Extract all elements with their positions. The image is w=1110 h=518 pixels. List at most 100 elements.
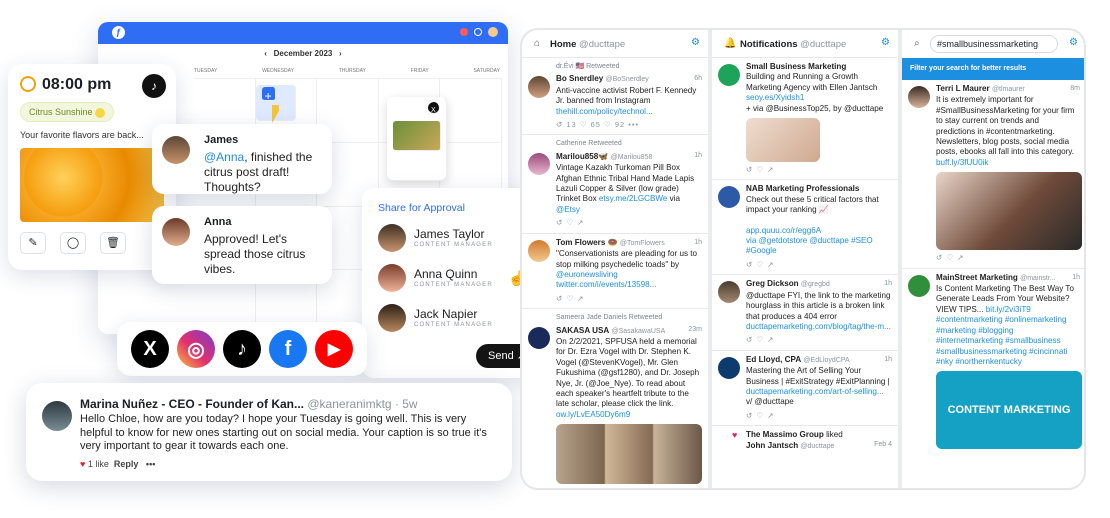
comment-james: James @Anna, finished the citrus post dr… [152,124,332,194]
settings-icon[interactable] [474,28,482,36]
edit-icon[interactable]: ✎ [20,232,46,254]
tiktok-icon[interactable]: ♪ [223,330,261,368]
add-post-icon[interactable]: + [261,87,276,103]
scheduled-post-preview[interactable]: 08:00 pm ♪ Citrus Sunshine Your favorite… [8,64,176,270]
calendar-cell[interactable] [440,79,502,143]
notification[interactable]: NAB Marketing Professionals Check out th… [712,180,898,276]
tweet-author[interactable]: MainStreet Marketing [936,273,1018,282]
tweet-mention[interactable]: @Etsy [556,205,580,214]
tweet-actions[interactable]: ↺ ♡ ↗ [746,260,892,270]
weekday-label: WEDNESDAY [262,68,294,74]
scheduled-post-card[interactable]: X [386,97,447,181]
next-month-icon[interactable]: › [332,49,342,58]
reply-button[interactable]: Reply [114,459,139,469]
tweet-handle: @tlmaurer [991,86,1025,93]
search-icon: ⌕ [914,38,920,49]
tweet-time: 8m [1070,85,1080,92]
x-icon[interactable]: X [131,330,169,368]
column-settings-icon[interactable]: ⚙ [691,37,700,48]
tweet-image[interactable] [556,424,702,485]
avatar[interactable] [488,27,498,37]
notification-author[interactable]: Greg Dickson [746,279,799,288]
notification[interactable]: Ed Lloyd, CPA @EdLloydCPA 1h Mastering t… [712,351,898,427]
comment-actions: ♥ 1 like Reply ••• [80,459,155,469]
tweet[interactable]: Sameera Jade Daniels Retweeted SAKASA US… [522,309,708,488]
calendar-cell[interactable]: X [378,79,447,181]
tweet-time: Feb 4 [874,441,892,449]
notification-image[interactable] [746,118,820,163]
comment-author[interactable]: Marina Nuñez - CEO - Founder of Kan... [80,397,304,411]
tweet-author[interactable]: Bo Snerdley [556,74,603,83]
tweet-actions[interactable]: ↺ ♡ ↗ [746,411,892,421]
notification-text: Building and Running a Growth Marketing … [746,72,878,92]
approver-row[interactable]: Jack Napier CONTENT MANAGER [378,304,538,334]
tweet[interactable]: Tom Flowers 🍩 @TomFlowers 1h "Conservati… [522,234,708,310]
mention-link[interactable]: @Anna [204,150,244,164]
notification-author[interactable]: Small Business Marketing [746,62,846,71]
search-filter-bar[interactable]: Filter your search for better results [902,58,1084,80]
tweet-actions[interactable]: ↺ 13 ♡ 65 ♡ 92 ••• [556,120,702,130]
tweet-author[interactable]: Tom Flowers 🍩 [556,238,618,247]
tweet[interactable]: MainStreet Marketing @mainstr... 1h Is C… [902,269,1084,454]
tweet-author[interactable]: SAKASA USA [556,326,609,335]
instagram-icon[interactable]: ◎ [177,330,215,368]
notification-icon[interactable] [460,28,468,36]
avatar [908,86,930,108]
search-input[interactable]: #smallbusinessmarketing [930,35,1058,53]
tweet-time: 1h [884,355,892,363]
approver-role: CONTENT MANAGER [414,322,493,328]
tweet-link[interactable]: ow.ly/LvEA50Dy6m9 [556,410,702,420]
tweet-handle: @gregbd [800,281,830,289]
notification-link[interactable]: app.quuu.co/r/egg6A [746,226,892,236]
tweet-author[interactable]: John Jantsch [746,441,798,450]
comment-icon[interactable]: ◯ [60,232,86,254]
tweet-link[interactable]: thehill.com/policy/technol... [556,107,702,117]
heart-icon[interactable]: ♥ [80,459,85,469]
tweet-mention[interactable]: @euronewsliving [556,270,618,279]
notification-link[interactable]: ducttapemarketing.com/blog/tag/the-m... [746,322,892,332]
tweet-handle: @EdLloydCPA [803,356,850,364]
tweet-actions[interactable]: ↺ ♡ ↗ [556,294,702,304]
tweet-link[interactable]: buff.ly/3fUU0ik [936,158,1080,168]
weekday-label: FRIDAY [410,68,429,74]
tweet[interactable]: Terri L Maurer @tlmaurer 8m It is extrem… [902,80,1084,269]
home-column: ⌂ Home @ducttape ⚙ dr.Évi 🇺🇸 Retweeted B… [522,30,708,488]
column-settings-icon[interactable]: ⚙ [1069,37,1078,48]
tweet-author[interactable]: Marilou858🦋 [556,152,608,161]
tweet-link[interactable]: etsy.me/2LGCBWe [599,194,668,203]
more-icon[interactable]: ••• [146,459,155,469]
tweet[interactable]: Catherine Retweeted Marilou858🦋 @Marilou… [522,135,708,234]
notification-tail[interactable]: via @getdotstore @ducttape #SEO #Google [746,236,892,257]
approver-row[interactable]: James Taylor CONTENT MANAGER ✓ [378,224,538,254]
avatar [528,153,550,176]
tweet-image[interactable]: CONTENT MARKETING [936,371,1082,450]
notification-author[interactable]: NAB Marketing Professionals [746,184,859,193]
facebook-icon[interactable]: f [269,330,307,368]
notification-link[interactable]: ducttapemarketing.com/art-of-selling... [746,387,892,397]
tweet-hashtags[interactable]: #contentmarketing #onlinemarketing #mark… [936,315,1080,367]
notification-author[interactable]: The Massimo Group [746,430,824,439]
notification[interactable]: Small Business Marketing Building and Ru… [712,58,898,181]
tweet-actions[interactable]: ↺ ♡ ↗ [556,218,702,228]
notification[interactable]: Greg Dickson @gregbd 1h @ducttape FYI, t… [712,275,898,351]
like-count: 1 like [87,459,109,469]
tweet-text: It is extremely important for #SmallBusi… [936,95,1075,157]
prev-month-icon[interactable]: ‹ [264,49,273,58]
tweet-actions[interactable]: ↺ ♡ ↗ [936,253,1080,263]
notification-link[interactable]: seoy.es/Xyidsh1 [746,93,892,103]
notification-author[interactable]: Ed Lloyd, CPA [746,355,801,364]
tweet-link[interactable]: twitter.com/i/events/13598... [556,280,702,290]
tweet-actions[interactable]: ↺ ♡ ↗ [746,335,892,345]
tweet-author[interactable]: Terri L Maurer [936,84,990,93]
column-settings-icon[interactable]: ⚙ [881,37,890,48]
tweet-actions[interactable]: ↺ ♡ ↗ [746,165,892,175]
tweet-link[interactable]: bit.ly/2vi3iT9 [986,305,1031,314]
youtube-icon[interactable]: ▶ [315,330,353,368]
approver-row[interactable]: Anna Quinn CONTENT MANAGER ☝ [378,264,538,294]
tweet[interactable]: dr.Évi 🇺🇸 Retweeted Bo Snerdley @BoSnerd… [522,58,708,136]
notification[interactable]: ♥ The Massimo Group liked John Jantsch @… [712,426,898,456]
tweet-image[interactable] [936,172,1082,251]
campaign-tag[interactable]: Citrus Sunshine [20,102,115,122]
delete-icon[interactable]: 🗑 [100,232,126,254]
